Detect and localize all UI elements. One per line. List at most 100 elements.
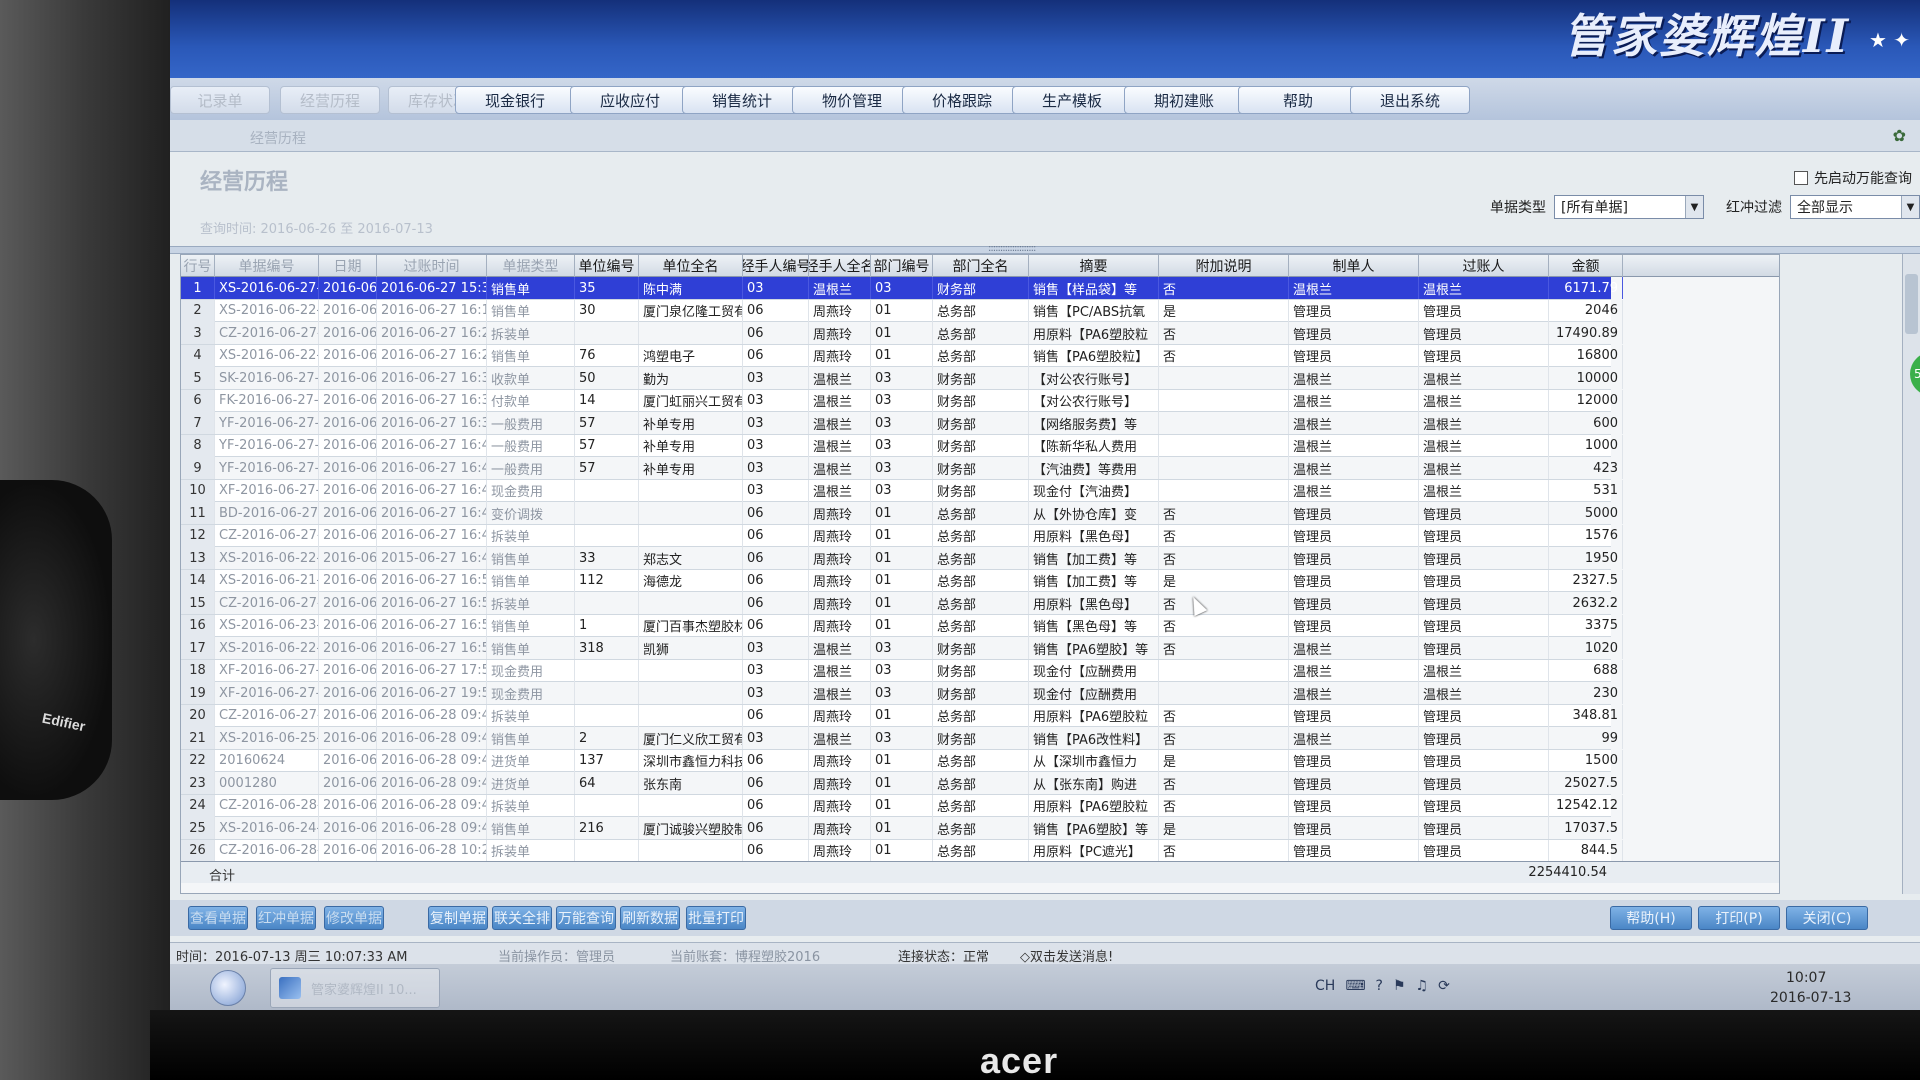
- column-header-7[interactable]: 经手人编号: [743, 255, 809, 277]
- column-header-3[interactable]: 过账时间: [377, 255, 487, 277]
- table-row[interactable]: 3CZ-2016-06-27-102016-06-2016-06-27 16:2…: [181, 322, 1623, 345]
- toolbar-button-1[interactable]: 红冲单据: [256, 906, 316, 930]
- column-header-2[interactable]: 日期: [319, 255, 377, 277]
- column-header-9[interactable]: 部门编号: [871, 255, 933, 277]
- advanced-query-checkbox[interactable]: 先启动万能查询: [1794, 168, 1912, 188]
- menu-item-6[interactable]: 物价管理: [792, 86, 912, 114]
- table-row[interactable]: 16XS-2016-06-23-142016-06-2016-06-27 16:…: [181, 614, 1623, 637]
- table-row[interactable]: 22 20160624 2016-06- 2016-06-28 09:41 进货单 137…: [181, 749, 1623, 772]
- column-header-15[interactable]: 金额: [1549, 255, 1623, 277]
- column-header-10[interactable]: 部门全名: [933, 255, 1029, 277]
- column-header-14[interactable]: 过账人: [1419, 255, 1549, 277]
- menu-item-8[interactable]: 生产模板: [1012, 86, 1132, 114]
- column-header-4[interactable]: 单据类型: [487, 255, 575, 277]
- splitter-grip-icon: ::::::::::::::::::::: [988, 243, 1036, 254]
- table-cell: 01: [871, 569, 933, 592]
- table-cell: 周燕玲: [809, 547, 871, 569]
- table-row[interactable]: 26CZ-2016-06-28-112016-06-2016-06-28 10:…: [181, 839, 1623, 862]
- tray-icon[interactable]: ⌨: [1345, 978, 1365, 994]
- column-header-5[interactable]: 单位编号: [575, 255, 639, 277]
- column-header-13[interactable]: 制单人: [1289, 255, 1419, 277]
- menu-item-1[interactable]: 经营历程: [280, 86, 380, 114]
- menu-item-10[interactable]: 帮助: [1238, 86, 1358, 114]
- toolbar-button-0[interactable]: 查看单据: [188, 906, 248, 930]
- table-cell: XF-2016-06-27-06: [215, 682, 319, 704]
- toolbar-button-4[interactable]: 联关全排: [492, 906, 552, 930]
- column-header-0[interactable]: 行号: [181, 255, 215, 277]
- table-row[interactable]: 20CZ-2016-06-27-102016-06-2016-06-28 09:…: [181, 704, 1623, 727]
- table-row[interactable]: 19XF-2016-06-27-062016-06-2016-06-27 19:…: [181, 682, 1623, 705]
- table-row[interactable]: 13XS-2016-06-22-132016-06-2015-06-27 16:…: [181, 547, 1623, 570]
- column-header-8[interactable]: 经手人全名: [809, 255, 871, 277]
- table-row[interactable]: 17XS-2016-06-22-132016-06-2016-06-27 16:…: [181, 637, 1623, 660]
- table-row[interactable]: 5SK-2016-06-27-052016-06-2016-06-27 16:3…: [181, 367, 1623, 390]
- table-cell: 现金付【汽油费】: [1029, 479, 1159, 502]
- table-row[interactable]: 25XS-2016-06-24-152016-06-2016-06-28 09:…: [181, 817, 1623, 840]
- toolbar-button-3[interactable]: 复制单据: [428, 906, 488, 930]
- table-row[interactable]: 14XS-2016-06-21-122016-06-2016-06-27 16:…: [181, 569, 1623, 592]
- toolbar-button-7[interactable]: 批量打印: [686, 906, 746, 930]
- table-cell: 温根兰: [809, 727, 871, 749]
- column-header-6[interactable]: 单位全名: [639, 255, 743, 277]
- table-row[interactable]: 10XF-2016-06-27-062016-06-2016-06-27 16:…: [181, 479, 1623, 502]
- column-header-1[interactable]: 单据编号: [215, 255, 319, 277]
- menu-item-11[interactable]: 退出系统: [1350, 86, 1470, 114]
- start-button-icon[interactable]: [210, 970, 246, 1006]
- doc-type-select[interactable]: [所有单据] ▼: [1554, 195, 1704, 219]
- toolbar-button-6[interactable]: 刷新数据: [620, 906, 680, 930]
- filter-icon[interactable]: ✿: [1893, 126, 1906, 145]
- checkbox-icon[interactable]: [1794, 171, 1808, 185]
- menu-item-5[interactable]: 销售统计: [682, 86, 802, 114]
- table-row[interactable]: 11BD-2016-06-27-012016-06-2016-06-27 16:…: [181, 502, 1623, 525]
- menu-item-3[interactable]: 现金银行: [455, 86, 575, 114]
- table-row[interactable]: 23 0001280 2016-06- 2016-06-28 09:41 进货单 64 张东…: [181, 772, 1623, 795]
- table-cell: FK-2016-06-27-04: [215, 389, 319, 412]
- table-row[interactable]: 9YF-2016-06-27-092016-06-2016-06-27 16:4…: [181, 457, 1623, 480]
- chevron-down-icon[interactable]: ▼: [1685, 196, 1703, 218]
- redline-filter-select[interactable]: 全部显示 ▼: [1790, 195, 1920, 219]
- table-row[interactable]: 24CZ-2016-06-28-112016-06-2016-06-28 09:…: [181, 794, 1623, 817]
- table-row[interactable]: 6FK-2016-06-27-042016-06-2016-06-27 16:3…: [181, 389, 1623, 412]
- toolbar-button-2[interactable]: 修改单据: [324, 906, 384, 930]
- table-row[interactable]: 18XF-2016-06-27-082016-06-2016-06-27 17:…: [181, 659, 1623, 682]
- toolbar-right-button-0[interactable]: 帮助(H): [1610, 906, 1692, 930]
- tray-icon[interactable]: ♫: [1416, 978, 1429, 994]
- table-row[interactable]: 7YF-2016-06-27-092016-06-2016-06-27 16:3…: [181, 412, 1623, 435]
- tray-icon[interactable]: ?: [1376, 978, 1383, 994]
- table-row[interactable]: 21XS-2016-06-25-162016-06-2016-06-28 09:…: [181, 727, 1623, 750]
- screen: 管家婆辉煌II ★ ✦ 记录单 经营历程 库存状况 现金银行 应收应付 销售统计 物价管理价…: [170, 0, 1920, 1012]
- splitter[interactable]: ::::::::::::::::::::: [170, 243, 1920, 254]
- total-label: 合计: [209, 869, 236, 884]
- menu-item-4[interactable]: 应收应付: [570, 86, 690, 114]
- menu-item-9[interactable]: 期初建账: [1124, 86, 1244, 114]
- menu-item-7[interactable]: 价格跟踪: [902, 86, 1022, 114]
- table-cell: 财务部: [933, 434, 1029, 457]
- tray-icon[interactable]: ⟳: [1438, 978, 1450, 994]
- menu-item-0[interactable]: 记录单: [170, 86, 270, 114]
- toolbar-right-button-2[interactable]: 关闭(C): [1786, 906, 1868, 930]
- column-header-12[interactable]: 附加说明: [1159, 255, 1289, 277]
- chevron-down-icon[interactable]: ▼: [1901, 196, 1919, 218]
- table-cell: 2016-06-28 09:41: [377, 749, 487, 772]
- table-row[interactable]: 8YF-2016-06-27-092016-06-2016-06-27 16:4…: [181, 434, 1623, 457]
- table-row[interactable]: 2XS-2016-06-22-142016-06-2016-06-27 16:1…: [181, 299, 1623, 322]
- table-row[interactable]: 1XS-2016-06-27-102016-06-2016-06-27 15:3…: [181, 277, 1623, 300]
- table-cell: [639, 682, 743, 704]
- status-message[interactable]: ◇双击发送消息!: [1020, 946, 1113, 965]
- scrollbar-thumb[interactable]: [1905, 274, 1918, 334]
- table-row[interactable]: 4XS-2016-06-22-132016-06-2016-06-27 16:2…: [181, 344, 1623, 367]
- tray-icon[interactable]: ⚑: [1393, 978, 1406, 994]
- toolbar-button-5[interactable]: 万能查询: [556, 906, 616, 930]
- table-cell: 99: [1549, 727, 1623, 749]
- table-cell: 周燕玲: [809, 794, 871, 817]
- tab-business-history[interactable]: 经营历程: [250, 128, 306, 148]
- tray-icon[interactable]: CH: [1315, 978, 1335, 994]
- table-cell: [639, 479, 743, 502]
- vertical-scrollbar[interactable]: [1902, 254, 1920, 894]
- table-row[interactable]: 15CZ-2016-06-27-102016-06-2016-06-27 16:…: [181, 592, 1623, 615]
- table-row[interactable]: 12CZ-2016-06-27-102016-06-2016-06-27 16:…: [181, 524, 1623, 547]
- toolbar-right-button-1[interactable]: 打印(P): [1698, 906, 1780, 930]
- table-cell: 销售单: [487, 817, 575, 839]
- taskbar-app[interactable]: 管家婆辉煌II 10...: [270, 968, 440, 1008]
- column-header-11[interactable]: 摘要: [1029, 255, 1159, 277]
